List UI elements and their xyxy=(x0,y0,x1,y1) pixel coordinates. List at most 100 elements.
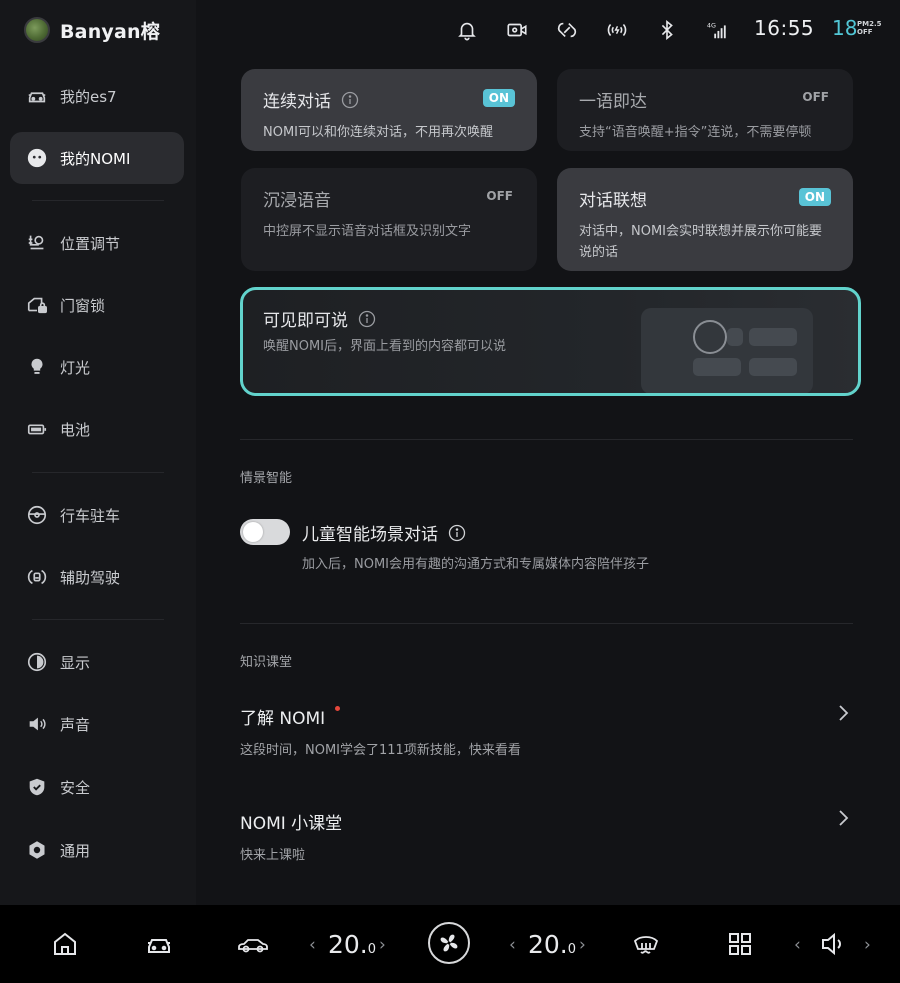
status-badge: OFF xyxy=(486,189,513,203)
fan-button[interactable] xyxy=(428,922,470,964)
card-title: 连续对话 xyxy=(263,87,515,112)
preview-block xyxy=(749,328,797,346)
info-icon[interactable] xyxy=(341,91,359,109)
apps-grid-icon[interactable] xyxy=(723,927,757,961)
learn-nomi-desc: 这段时间，NOMI学会了111项新技能，快来看看 xyxy=(240,743,521,758)
section-divider xyxy=(240,623,853,624)
sidebar-item-security[interactable]: 安全 xyxy=(10,761,184,813)
sidebar-item-drive-park[interactable]: 行车驻车 xyxy=(10,489,184,541)
left-temp-dec: 0 xyxy=(367,942,377,957)
status-badge: ON xyxy=(798,188,831,206)
sidebar-item-label: 辅助驾驶 xyxy=(60,568,121,587)
left-temp-down-arrow[interactable]: ‹ xyxy=(309,935,316,955)
chevron-right-icon[interactable] xyxy=(832,702,854,724)
sidebar-item-door-lock[interactable]: 门窗锁 xyxy=(10,279,184,331)
card-see-and-say[interactable]: 可见即可说 唤醒NOMI后，界面上看到的内容都可以说 xyxy=(240,287,861,396)
info-icon[interactable] xyxy=(358,310,376,328)
seat-icon xyxy=(26,232,48,254)
fan-icon xyxy=(435,929,463,957)
section-divider xyxy=(240,439,853,440)
clock: 16:55 xyxy=(754,16,815,40)
sidebar-item-label: 电池 xyxy=(60,420,91,439)
right-temperature[interactable]: 20.0 xyxy=(528,930,576,959)
card-continuous-dialogue[interactable]: 连续对话 ON NOMI可以和你连续对话，不用再次唤醒 xyxy=(241,69,537,151)
bluetooth-icon[interactable] xyxy=(655,18,679,42)
card-immersive-voice[interactable]: 沉浸语音 OFF 中控屏不显示语音对话框及识别文字 xyxy=(241,168,537,271)
vehicle-icon[interactable] xyxy=(142,927,176,961)
cellular-signal-icon: 4G xyxy=(705,18,729,42)
section-title-scene: 情景智能 xyxy=(240,471,293,486)
pm25-label-top: PM2.5 xyxy=(857,20,882,28)
feature-preview-illustration xyxy=(641,308,813,393)
card-title-text: 沉浸语音 xyxy=(263,191,331,211)
pm25-label: PM2.5 OFF xyxy=(857,20,882,36)
nomi-classroom-desc: 快来上课啦 xyxy=(240,848,306,863)
card-desc: 支持“语音唤醒+指令”连说，不需要停顿 xyxy=(579,125,812,140)
left-temp-int: 20. xyxy=(328,930,368,959)
profile-avatar[interactable] xyxy=(24,17,50,43)
car-side-icon[interactable] xyxy=(236,927,270,961)
sidebar-item-label: 我的es7 xyxy=(60,87,117,106)
section-title-knowledge: 知识课堂 xyxy=(240,655,293,670)
sidebar-item-display[interactable]: 显示 xyxy=(10,636,184,688)
card-title-text: 对话联想 xyxy=(579,191,647,211)
card-title: 对话联想 xyxy=(579,186,831,211)
assisted-driving-icon xyxy=(26,566,48,588)
right-temp-int: 20. xyxy=(528,930,568,959)
bulb-icon xyxy=(26,356,48,378)
nio-link-icon[interactable] xyxy=(555,18,579,42)
status-badge: OFF xyxy=(802,90,829,104)
card-title: 可见即可说 xyxy=(263,306,376,331)
right-temp-dec: 0 xyxy=(567,942,577,957)
notification-bell-icon[interactable] xyxy=(455,18,479,42)
brand-name: Banyan榕 xyxy=(60,20,160,43)
volume-icon[interactable] xyxy=(815,927,849,961)
sidebar-item-sound[interactable]: 声音 xyxy=(10,698,184,750)
toggle-knob xyxy=(243,522,263,542)
left-temp-up-arrow[interactable]: › xyxy=(379,935,386,955)
sidebar-item-label: 我的NOMI xyxy=(60,149,131,168)
volume-up-arrow[interactable]: › xyxy=(864,935,871,955)
card-title-text: 一语即达 xyxy=(579,92,647,112)
child-scene-toggle[interactable] xyxy=(240,519,290,545)
info-icon[interactable] xyxy=(448,524,466,542)
card-desc: 中控屏不显示语音对话框及识别文字 xyxy=(263,224,472,239)
speaker-icon xyxy=(26,713,48,735)
preview-block xyxy=(749,358,797,376)
sidebar-item-position[interactable]: 位置调节 xyxy=(10,217,184,269)
nomi-icon xyxy=(26,147,48,169)
nomi-classroom-link[interactable]: NOMI 小课堂 xyxy=(240,809,342,834)
sidebar-item-lights[interactable]: 灯光 xyxy=(10,341,184,393)
wireless-signal-icon[interactable] xyxy=(605,18,629,42)
card-desc: 对话中，NOMI会实时联想并展示你可能要说的话 xyxy=(579,224,823,260)
defrost-icon[interactable] xyxy=(629,927,663,961)
sidebar-item-label: 行车驻车 xyxy=(60,506,121,525)
sidebar-item-label: 显示 xyxy=(60,653,91,672)
pm25-label-bottom: OFF xyxy=(857,28,873,36)
dashcam-icon[interactable] xyxy=(505,18,529,42)
display-icon xyxy=(26,651,48,673)
sidebar-item-my-es7[interactable]: 我的es7 xyxy=(10,70,184,122)
card-title: 沉浸语音 xyxy=(263,186,515,211)
card-dialogue-association[interactable]: 对话联想 ON 对话中，NOMI会实时联想并展示你可能要说的话 xyxy=(557,168,853,271)
preview-block xyxy=(727,328,743,346)
right-temp-down-arrow[interactable]: ‹ xyxy=(509,935,516,955)
car-icon xyxy=(26,85,48,107)
sidebar-item-label: 灯光 xyxy=(60,358,91,377)
network-type: 4G xyxy=(707,21,716,29)
left-temperature[interactable]: 20.0 xyxy=(328,930,376,959)
chevron-right-icon[interactable] xyxy=(832,807,854,829)
sidebar-item-battery[interactable]: 电池 xyxy=(10,403,184,455)
sidebar-divider xyxy=(32,472,164,473)
pm25-value[interactable]: 18 xyxy=(832,16,857,40)
learn-nomi-link[interactable]: 了解 NOMI xyxy=(240,704,341,729)
sidebar-item-assisted-driving[interactable]: 辅助驾驶 xyxy=(10,551,184,603)
preview-ring xyxy=(693,320,727,354)
sidebar-item-general[interactable]: 通用 xyxy=(10,824,184,876)
right-temp-up-arrow[interactable]: › xyxy=(579,935,586,955)
sidebar-item-my-nomi[interactable]: 我的NOMI xyxy=(10,132,184,184)
home-icon[interactable] xyxy=(48,927,82,961)
volume-down-arrow[interactable]: ‹ xyxy=(794,935,801,955)
card-one-shot-command[interactable]: 一语即达 OFF 支持“语音唤醒+指令”连说，不需要停顿 xyxy=(557,69,853,151)
card-title-text: 连续对话 xyxy=(263,92,331,112)
